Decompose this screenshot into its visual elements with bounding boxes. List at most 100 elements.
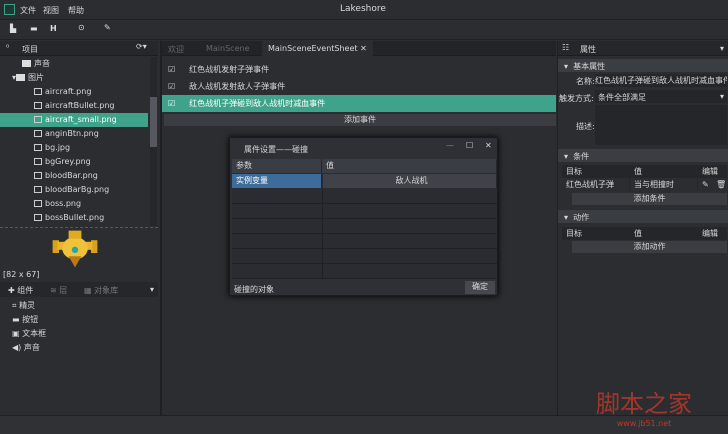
dialog-footer-label: 碰撞的对象 bbox=[234, 285, 274, 294]
sprite-icon: ⌗ bbox=[12, 301, 20, 310]
minimize-icon[interactable]: — bbox=[446, 141, 454, 150]
properties-title: 属性 bbox=[580, 45, 596, 54]
component-textbox[interactable]: ▣ 文本框 bbox=[12, 327, 46, 341]
tree-item[interactable]: anginBtn.png bbox=[34, 127, 99, 141]
param-name-cell[interactable]: 实例变量 bbox=[232, 174, 322, 188]
properties-dropdown-icon[interactable]: ▾ bbox=[720, 44, 724, 53]
conditions-section-header[interactable]: ▾ 条件 bbox=[558, 149, 728, 162]
add-action-button[interactable]: 添加动作 bbox=[572, 241, 727, 253]
sprite-preview-image bbox=[52, 230, 98, 268]
event-icon: ☑ bbox=[168, 65, 176, 74]
save-icon[interactable]: H bbox=[50, 24, 57, 33]
menu-file[interactable]: 文件 bbox=[20, 5, 36, 16]
add-condition-button[interactable]: 添加条件 bbox=[572, 193, 727, 205]
refresh-icon[interactable]: ⟳▾ bbox=[136, 42, 147, 51]
play-icon[interactable]: ⊙ bbox=[78, 23, 85, 32]
description-field[interactable] bbox=[595, 105, 727, 145]
event-row[interactable]: ☑ 红色战机发射子弹事件 bbox=[162, 61, 556, 78]
tree-item[interactable]: ▾ 图片 bbox=[12, 71, 44, 85]
project-tree: 声音 ▾ 图片 aircraft.png aircraftBullet.png a… bbox=[0, 57, 150, 226]
tree-item[interactable]: boss.png bbox=[34, 197, 81, 211]
close-tab-icon[interactable]: ✕ bbox=[360, 44, 367, 53]
tree-item[interactable]: bgGrey.png bbox=[34, 155, 91, 169]
publish-icon[interactable]: ✎ bbox=[104, 23, 111, 32]
maximize-icon[interactable]: ☐ bbox=[466, 141, 473, 150]
col-value: 值 bbox=[322, 159, 497, 173]
components-tabbar: ✚ 组件 ≋ 层 ▦ 对象库 ▾ bbox=[0, 282, 158, 297]
tab-layers[interactable]: ≋ 层 bbox=[50, 285, 67, 296]
name-label: 名称: bbox=[576, 77, 595, 86]
add-event-button[interactable]: 添加事件 bbox=[164, 114, 556, 126]
param-value-cell[interactable]: 敌人战机 bbox=[323, 174, 497, 188]
tree-item[interactable]: 声音 bbox=[22, 57, 50, 71]
open-folder-icon[interactable]: ▬ bbox=[30, 24, 38, 33]
tab-components[interactable]: ✚ 组件 bbox=[8, 285, 33, 296]
delete-icon[interactable]: 🗑 bbox=[716, 180, 726, 189]
textbox-icon: ▣ bbox=[12, 329, 23, 338]
table-grid bbox=[232, 189, 497, 279]
tabs-dropdown-icon[interactable]: ▾ bbox=[150, 285, 154, 294]
tree-item-selected[interactable]: aircraft_small.png bbox=[0, 113, 148, 127]
col-edit: 编辑 bbox=[698, 165, 727, 178]
basic-section-header[interactable]: ▾ 基本属性 bbox=[558, 59, 728, 72]
event-row-selected[interactable]: ☑ 红色战机子弹碰到敌人战机时减血事件 bbox=[162, 95, 556, 112]
name-field[interactable]: 红色战机子弹碰到敌人战机时减血事件 bbox=[595, 74, 727, 87]
project-title: 项目 bbox=[22, 45, 38, 54]
edit-icon[interactable]: ✎ bbox=[702, 180, 709, 189]
button-icon: ▬ bbox=[12, 315, 23, 324]
tree-item[interactable]: bloodBar.png bbox=[34, 169, 98, 183]
event-row[interactable]: ☑ 敌人战机发射敌人子弹事件 bbox=[162, 78, 556, 95]
col-param: 参数 bbox=[232, 159, 322, 173]
preview-size-label: [82 x 67] bbox=[3, 270, 40, 279]
properties-header: ☷ 属性 ▾ bbox=[558, 41, 728, 56]
title-bar: 文件 视图 帮助 Lakeshore bbox=[0, 0, 728, 20]
menu-help[interactable]: 帮助 bbox=[68, 5, 84, 16]
component-sound[interactable]: ◀) 声音 bbox=[12, 341, 40, 355]
tab-welcome[interactable]: 欢迎 bbox=[168, 44, 184, 55]
description-label: 描述: bbox=[576, 122, 595, 131]
component-button[interactable]: ▬ 按钮 bbox=[12, 313, 38, 327]
condition-value: 当与相撞时 bbox=[630, 178, 698, 191]
preview-divider bbox=[0, 227, 158, 228]
properties-panel: ☷ 属性 ▾ ▾ 基本属性 名称: 红色战机子弹碰到敌人战机时减血事件 触发方式… bbox=[557, 41, 728, 415]
condition-row[interactable]: 红色战机子弹 当与相撞时 ✎ 🗑 bbox=[562, 178, 727, 191]
param-table-header: 参数 值 bbox=[232, 159, 497, 173]
project-icon: ⁰ bbox=[6, 43, 10, 52]
project-panel: ⁰ 项目 ⟳▾ 声音 ▾ 图片 aircraft.png aircraftBull… bbox=[0, 41, 158, 415]
trigger-label: 触发方式: bbox=[559, 94, 594, 103]
event-icon: ☑ bbox=[168, 82, 176, 91]
tree-scrollbar[interactable] bbox=[150, 57, 157, 226]
col-target: 目标 bbox=[562, 227, 630, 240]
col-edit: 编辑 bbox=[698, 227, 727, 240]
condition-target: 红色战机子弹 bbox=[562, 178, 630, 191]
col-value: 值 bbox=[630, 227, 698, 240]
trigger-select[interactable]: 条件全部满足 ▾ bbox=[595, 90, 727, 103]
tab-eventsheet[interactable]: MainSceneEventSheet ✕ bbox=[262, 41, 373, 56]
tab-object-library[interactable]: ▦ 对象库 bbox=[84, 285, 118, 296]
properties-icon: ☷ bbox=[562, 43, 570, 52]
ok-button[interactable]: 确定 bbox=[465, 281, 495, 294]
col-value: 值 bbox=[630, 165, 698, 178]
table-divider bbox=[322, 189, 323, 279]
window-title: Lakeshore bbox=[340, 4, 386, 14]
dialog-title: 属件设置——碰撞 bbox=[244, 145, 308, 154]
tree-item[interactable]: aircraft.png bbox=[34, 85, 91, 99]
toolbar: ▙ ▬ H ⊙ ✎ bbox=[0, 20, 728, 40]
component-sprite[interactable]: ⌗ 精灵 bbox=[12, 299, 35, 313]
tree-item[interactable]: bg.jpg bbox=[34, 141, 70, 155]
tab-mainscene[interactable]: MainScene bbox=[206, 44, 250, 53]
param-table: 参数 值 实例变量 敌人战机 bbox=[232, 159, 497, 279]
col-target: 目标 bbox=[562, 165, 630, 178]
tree-item[interactable]: bossBullet.png bbox=[34, 211, 104, 225]
property-dialog: 属件设置——碰撞 — ☐ ✕ 参数 值 实例变量 敌人战机 碰撞的对象 确定 bbox=[229, 137, 498, 296]
tree-item[interactable]: bloodBarBg.png bbox=[34, 183, 109, 197]
app-logo-icon bbox=[4, 4, 15, 15]
menu-view[interactable]: 视图 bbox=[43, 5, 59, 16]
tree-item[interactable]: aircraftBullet.png bbox=[34, 99, 114, 113]
actions-section-header[interactable]: ▾ 动作 bbox=[558, 210, 728, 223]
close-icon[interactable]: ✕ bbox=[485, 141, 492, 150]
new-project-icon[interactable]: ▙ bbox=[10, 24, 16, 33]
watermark: 脚本之家 www.jb51.net bbox=[596, 390, 692, 428]
sound-icon: ◀) bbox=[12, 343, 24, 352]
editor-tabs: 欢迎 MainScene MainSceneEventSheet ✕ bbox=[162, 41, 556, 56]
